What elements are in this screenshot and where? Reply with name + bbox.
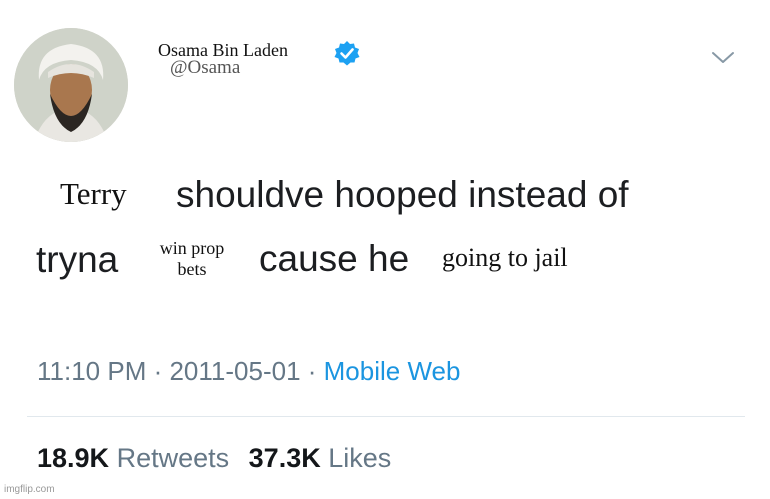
watermark: imgflip.com xyxy=(4,484,55,495)
retweets-stat[interactable]: 18.9K Retweets xyxy=(37,443,229,473)
avatar-image xyxy=(14,28,128,142)
tweet-stats: 18.9K Retweets 37.3K Likes xyxy=(37,443,391,474)
tweet-text-line1: shouldve hooped instead of xyxy=(176,174,629,215)
likes-count: 37.3K xyxy=(248,443,321,473)
tweet-text-prefix: tryna xyxy=(36,239,119,280)
likes-stat[interactable]: 37.3K Likes xyxy=(249,443,392,473)
fill-word-activity: win prop bets xyxy=(159,238,225,279)
tweet-source-link[interactable]: Mobile Web xyxy=(324,356,461,386)
likes-label: Likes xyxy=(328,443,392,473)
divider xyxy=(27,416,745,417)
fill-word-subject: Terry xyxy=(60,176,127,211)
tweet-text-middle: cause he xyxy=(259,238,410,279)
tweet-time[interactable]: 11:10 PM · 2011-05-01 · xyxy=(37,356,324,386)
tweet-timestamp: 11:10 PM · 2011-05-01 · Mobile Web xyxy=(37,356,460,387)
verified-badge-icon xyxy=(334,41,360,66)
chevron-down-icon[interactable] xyxy=(710,50,736,66)
retweets-count: 18.9K xyxy=(37,443,110,473)
retweets-label: Retweets xyxy=(116,443,230,473)
fill-word-outcome: going to jail xyxy=(442,243,568,272)
avatar[interactable] xyxy=(14,28,128,142)
author-handle[interactable]: @Osama xyxy=(170,57,240,79)
